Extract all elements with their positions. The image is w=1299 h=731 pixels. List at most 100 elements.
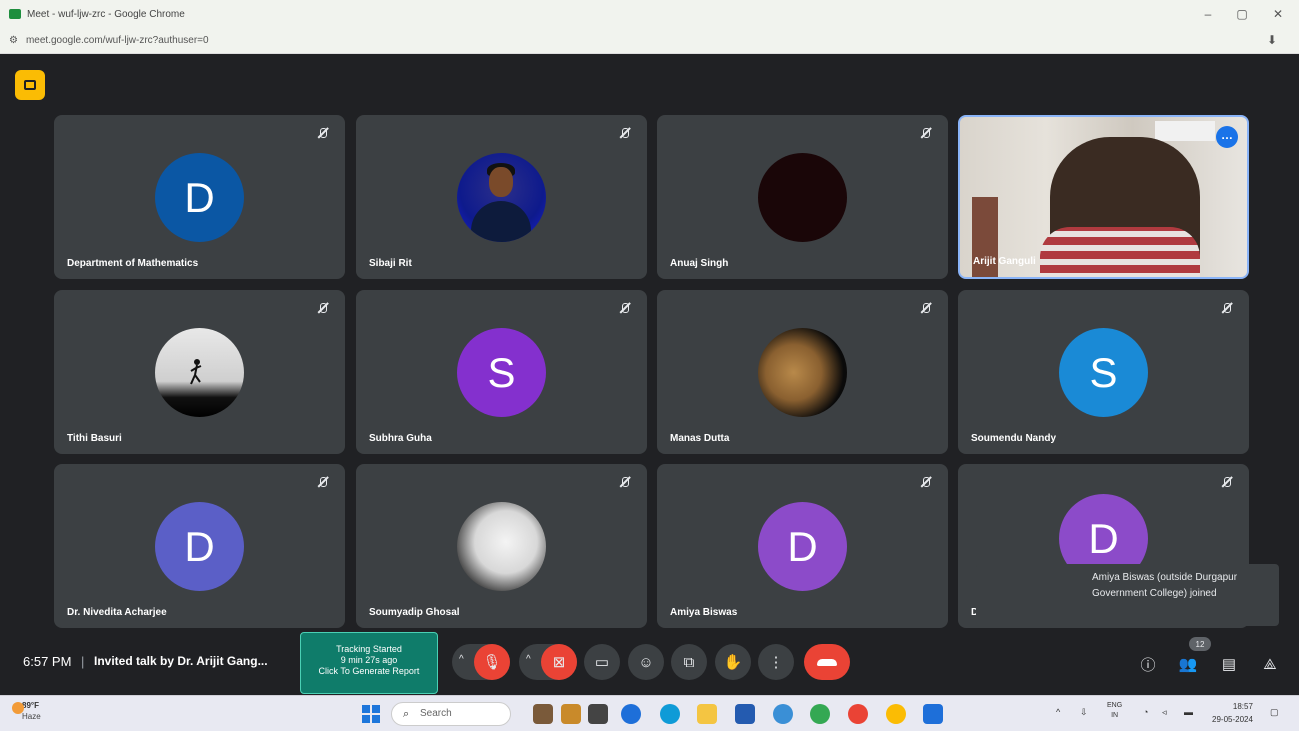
participant-tile[interactable]: D Department of Mathematics <box>54 115 345 279</box>
meeting-clock: 6:57 PM <box>23 654 72 669</box>
edge-browser-icon[interactable] <box>660 704 680 724</box>
chrome-browser-icon[interactable] <box>810 704 830 724</box>
people-icon: 👥 <box>1178 656 1198 673</box>
chrome-browser-icon[interactable] <box>848 704 868 724</box>
separator: | <box>81 654 85 669</box>
chat-icon: ▤ <box>1221 656 1237 673</box>
taskbar-search[interactable]: ⌕ Search <box>391 702 511 726</box>
mic-off-icon: 🎙 <box>482 654 502 671</box>
start-button-icon[interactable] <box>362 705 380 723</box>
taskbar-clock[interactable]: 18:57 29-05-2024 <box>1212 700 1253 726</box>
language-indicator[interactable]: ENG IN <box>1107 701 1122 721</box>
more-options-button[interactable]: ⋮ <box>758 644 794 680</box>
mic-options-caret-icon[interactable]: ^ <box>459 654 464 665</box>
weather-temp: 89°F <box>22 701 39 710</box>
avatar-initial: D <box>758 502 847 591</box>
minimize-button[interactable]: – <box>1190 0 1226 28</box>
tray-app-icon[interactable]: ⇩ <box>1080 707 1088 718</box>
captions-icon: ▭ <box>594 654 610 671</box>
participant-name: Manas Dutta <box>670 433 730 444</box>
end-call-button[interactable] <box>804 644 850 680</box>
participant-tile[interactable]: S Subhra Guha <box>356 290 647 454</box>
download-icon[interactable]: ⬇ <box>1267 33 1277 47</box>
avatar-photo <box>758 328 847 417</box>
browser-titlebar: Meet - wuf-ljw-zrc - Google Chrome – ▢ ✕ <box>0 0 1299 28</box>
participant-tile[interactable]: Manas Dutta <box>657 290 948 454</box>
mic-muted-icon <box>918 125 934 141</box>
participant-tile[interactable]: S Soumendu Nandy <box>958 290 1249 454</box>
participant-tile[interactable]: D Dr. Nivedita Acharjee <box>54 464 345 628</box>
more-options-icon[interactable]: … <box>1216 126 1238 148</box>
maximize-button[interactable]: ▢ <box>1224 0 1260 28</box>
participant-tile[interactable]: Soumyadip Ghosal <box>356 464 647 628</box>
participant-tile-active-speaker[interactable]: … Arijit Ganguli <box>958 115 1249 279</box>
emoji-reaction-button[interactable]: ☺ <box>628 644 664 680</box>
taskbar-app-icon[interactable] <box>773 704 793 724</box>
weather-widget[interactable]: 89°F Haze <box>12 700 41 722</box>
weather-desc: Haze <box>22 712 41 721</box>
url-text[interactable]: meet.google.com/wuf-ljw-zrc?authuser=0 <box>26 35 209 46</box>
people-button[interactable]: 👥 <box>1176 652 1200 676</box>
avatar-photo <box>457 502 546 591</box>
meeting-title: Invited talk by Dr. Arijit Gang... <box>94 654 268 668</box>
site-info-icon[interactable]: ⚙ <box>9 35 18 46</box>
mic-muted-icon <box>1219 474 1235 490</box>
join-notification-text: Amiya Biswas (outside Durgapur Governmen… <box>1092 572 1238 599</box>
meet-stage: D Department of Mathematics Sibaji Rit A… <box>0 54 1299 695</box>
search-placeholder: Search <box>420 708 452 719</box>
camera-off-button[interactable]: ⊠ <box>541 644 577 680</box>
mic-muted-icon <box>315 474 331 490</box>
activities-button[interactable]: ⟁ <box>1258 652 1282 676</box>
mic-muted-icon <box>918 300 934 316</box>
taskbar-app-icon[interactable] <box>621 704 641 724</box>
raise-hand-button[interactable]: ✋ <box>715 644 751 680</box>
taskbar-app-icon[interactable] <box>561 704 581 724</box>
wifi-icon[interactable]: ◔ <box>1143 707 1148 717</box>
emoji-icon: ☺ <box>638 653 654 671</box>
taskbar-app-icon[interactable] <box>923 704 943 724</box>
window-title: Meet - wuf-ljw-zrc - Google Chrome <box>27 8 185 20</box>
host-controls-icon[interactable] <box>15 70 45 100</box>
present-screen-button[interactable]: ⧉ <box>671 644 707 680</box>
meeting-info-button[interactable]: ⓘ <box>1136 652 1160 676</box>
address-bar[interactable]: ⚙ meet.google.com/wuf-ljw-zrc?authuser=0… <box>0 28 1299 54</box>
close-window-button[interactable]: ✕ <box>1260 0 1296 28</box>
mic-muted-icon <box>617 474 633 490</box>
participant-tile[interactable]: Sibaji Rit <box>356 115 647 279</box>
participant-tile[interactable]: D Amiya Biswas <box>657 464 948 628</box>
info-icon: ⓘ <box>1140 656 1156 674</box>
tracking-elapsed: 9 min 27s ago <box>340 655 398 665</box>
battery-icon[interactable]: ▬ <box>1184 707 1193 717</box>
raise-hand-icon: ✋ <box>723 654 743 671</box>
avatar-photo <box>758 153 847 242</box>
participant-count-badge: 12 <box>1189 637 1211 651</box>
taskbar-app-icon[interactable] <box>588 704 608 724</box>
mic-muted-icon <box>617 300 633 316</box>
taskbar-app-icon[interactable] <box>735 704 755 724</box>
mic-off-button[interactable]: 🎙 <box>474 644 510 680</box>
end-call-icon <box>817 658 837 666</box>
tray-overflow-icon[interactable]: ^ <box>1056 707 1060 717</box>
participant-tile[interactable]: Anuaj Singh <box>657 115 948 279</box>
avatar-photo <box>155 328 244 417</box>
weather-sun-icon <box>12 702 24 714</box>
tracking-report-button[interactable]: Tracking Started 9 min 27s ago Click To … <box>300 632 438 694</box>
mic-muted-icon <box>617 125 633 141</box>
taskbar-app-icon[interactable] <box>533 704 553 724</box>
notification-icon[interactable]: ▢ <box>1270 707 1279 718</box>
mic-muted-icon <box>315 125 331 141</box>
camera-options-caret-icon[interactable]: ^ <box>526 654 531 665</box>
avatar-photo <box>457 153 546 242</box>
volume-icon[interactable]: ◃ <box>1162 707 1167 718</box>
file-explorer-icon[interactable] <box>697 704 717 724</box>
chat-button[interactable]: ▤ <box>1217 652 1241 676</box>
captions-button[interactable]: ▭ <box>584 644 620 680</box>
participant-name: Soumyadip Ghosal <box>369 607 460 618</box>
mic-muted-icon <box>315 300 331 316</box>
mic-muted-icon <box>1219 300 1235 316</box>
participant-name: Department of Mathematics <box>67 258 199 269</box>
chrome-browser-icon[interactable] <box>886 704 906 724</box>
participant-name: Subhra Guha <box>369 433 432 444</box>
search-icon: ⌕ <box>403 708 410 720</box>
participant-tile[interactable]: Tithi Basuri <box>54 290 345 454</box>
